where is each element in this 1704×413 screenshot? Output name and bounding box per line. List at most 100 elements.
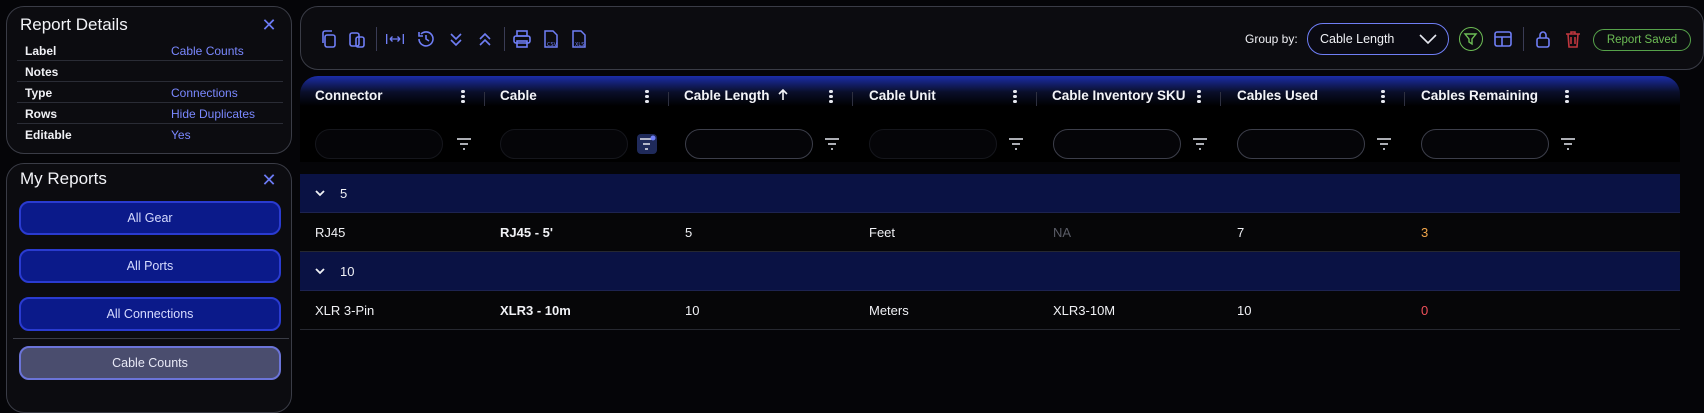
divider [1220, 92, 1221, 106]
close-icon[interactable]: ✕ [261, 171, 277, 189]
filter-input-cables-remaining[interactable] [1421, 129, 1549, 159]
filter-icon[interactable] [1007, 136, 1025, 152]
copy-icon[interactable] [319, 29, 339, 49]
divider [504, 27, 505, 51]
detail-row-label: Label Cable Counts [17, 40, 283, 61]
filter-input-connector[interactable] [315, 129, 443, 159]
detail-value[interactable]: Yes [171, 128, 191, 142]
grid-header: Connector Cable Cable Length Cable Unit … [300, 76, 1680, 162]
cell-cable: RJ45 - 5' [500, 225, 553, 240]
group-by-label: Group by: [1245, 32, 1298, 46]
cell-unit: Feet [869, 225, 896, 240]
column-header-cable[interactable]: Cable [500, 88, 537, 110]
cell-sku: XLR3-10M [1053, 303, 1116, 318]
filter-icon[interactable] [1375, 136, 1393, 152]
column-menu-icon[interactable] [643, 88, 651, 106]
cell-remaining: 3 [1421, 225, 1429, 240]
svg-text:CSV: CSV [547, 42, 558, 48]
collapse-all-icon[interactable] [475, 29, 495, 49]
divider [1036, 92, 1037, 106]
column-header-cable-unit[interactable]: Cable Unit [869, 88, 936, 110]
export-csv-icon[interactable]: CSV [541, 29, 561, 49]
history-icon[interactable] [416, 29, 436, 49]
column-menu-icon[interactable] [1011, 88, 1019, 106]
detail-row-editable: Editable Yes [17, 124, 283, 145]
detail-value[interactable]: Cable Counts [171, 44, 244, 58]
filter-icon[interactable] [823, 136, 841, 152]
main-area: CSV XLS Group by: Cable Length Report Sa… [300, 6, 1704, 408]
cell-connector: XLR 3-Pin [315, 303, 375, 318]
table-row[interactable]: XLR 3-Pin XLR3 - 10m 10 Meters XLR3-10M … [300, 291, 1680, 330]
status-badge: Report Saved [1593, 29, 1691, 51]
column-header-label: Cable Length [684, 88, 770, 103]
filter-input-sku[interactable] [1053, 129, 1181, 159]
lock-icon[interactable] [1533, 29, 1553, 49]
chevron-down-icon[interactable] [314, 187, 326, 199]
detail-key: Editable [25, 128, 72, 142]
report-button-all-gear[interactable]: All Gear [19, 201, 281, 235]
column-header-connector[interactable]: Connector [315, 88, 383, 110]
cell-connector: RJ45 [315, 225, 346, 240]
filter-input-cable-unit[interactable] [869, 129, 997, 159]
column-header-cable-length[interactable]: Cable Length [684, 88, 790, 110]
filter-active-icon[interactable] [637, 134, 657, 154]
divider [668, 92, 669, 106]
column-header-cables-used[interactable]: Cables Used [1237, 88, 1318, 110]
detail-value[interactable]: Connections [171, 86, 238, 100]
my-reports-panel: My Reports ✕ All Gear All Ports All Conn… [6, 163, 292, 413]
cell-length: 10 [685, 303, 700, 318]
toolbar: CSV XLS Group by: Cable Length Report Sa… [300, 6, 1704, 70]
report-button-cable-counts[interactable]: Cable Counts [19, 346, 281, 380]
cell-sku: NA [1053, 225, 1072, 240]
svg-text:XLS: XLS [575, 42, 584, 48]
filter-icon[interactable] [1559, 136, 1577, 152]
group-by-select[interactable]: Cable Length [1307, 23, 1449, 55]
divider [1404, 92, 1405, 106]
filter-input-cables-used[interactable] [1237, 129, 1365, 159]
close-icon[interactable]: ✕ [261, 16, 277, 34]
detail-value[interactable]: Hide Duplicates [171, 107, 255, 121]
filter-icon[interactable] [455, 136, 473, 152]
divider [852, 92, 853, 106]
report-button-all-connections[interactable]: All Connections [19, 297, 281, 331]
column-menu-icon[interactable] [827, 88, 835, 106]
my-reports-title: My Reports [20, 169, 107, 188]
layout-icon[interactable] [1493, 29, 1513, 49]
cell-length: 5 [685, 225, 693, 240]
column-header-cables-remaining[interactable]: Cables Remaining [1421, 88, 1538, 110]
group-row[interactable]: 5 [300, 174, 1680, 213]
detail-key: Label [25, 44, 57, 58]
report-details-title: Report Details [20, 15, 128, 34]
fit-columns-icon[interactable] [385, 29, 409, 49]
group-label: 5 [340, 186, 348, 201]
detail-row-rows: Rows Hide Duplicates [17, 103, 283, 124]
toggle-icon[interactable] [1459, 27, 1483, 51]
export-xls-icon[interactable]: XLS [569, 29, 589, 49]
column-header-cable-inventory-sku[interactable]: Cable Inventory SKU [1052, 88, 1186, 110]
divider [484, 92, 485, 106]
group-row[interactable]: 10 [300, 252, 1680, 291]
column-menu-icon[interactable] [1563, 88, 1571, 106]
column-menu-icon[interactable] [1195, 88, 1203, 106]
cell-used: 7 [1237, 225, 1245, 240]
report-details-panel: Report Details ✕ Label Cable Counts Note… [6, 6, 292, 154]
divider [13, 338, 289, 339]
filter-icon[interactable] [1191, 136, 1209, 152]
detail-key: Notes [25, 65, 59, 79]
print-icon[interactable] [512, 29, 532, 49]
filter-input-cable-length[interactable] [685, 129, 813, 159]
detail-row-notes: Notes [17, 61, 283, 82]
chevron-down-icon [1419, 34, 1437, 45]
chevron-down-icon[interactable] [314, 265, 326, 277]
expand-all-icon[interactable] [446, 29, 466, 49]
trash-icon[interactable] [1563, 29, 1583, 49]
column-menu-icon[interactable] [1379, 88, 1387, 106]
table-row[interactable]: RJ45 RJ45 - 5' 5 Feet NA 7 3 [300, 213, 1680, 252]
divider [376, 27, 377, 51]
column-menu-icon[interactable] [459, 88, 467, 106]
sort-ascending-icon [778, 88, 788, 100]
paste-icon[interactable] [347, 29, 367, 49]
filter-input-cable[interactable] [500, 129, 628, 159]
cell-unit: Meters [869, 303, 909, 318]
report-button-all-ports[interactable]: All Ports [19, 249, 281, 283]
